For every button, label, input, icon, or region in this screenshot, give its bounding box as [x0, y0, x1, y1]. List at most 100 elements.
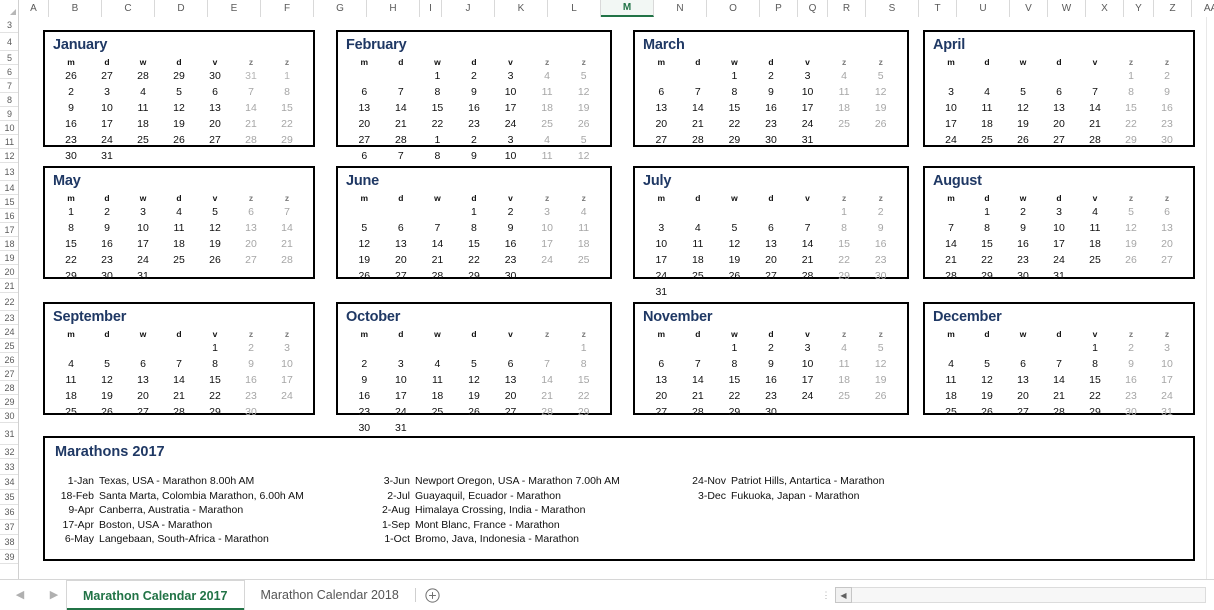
column-header-x[interactable]: X	[1086, 0, 1124, 17]
day-cell: 26	[101, 406, 113, 418]
day-cell: 25	[1089, 254, 1101, 266]
day-cell: 16	[874, 238, 887, 250]
column-header-o[interactable]: O	[707, 0, 760, 17]
day-cell: 25	[981, 134, 993, 146]
row-header-35[interactable]: 35	[0, 490, 18, 505]
day-header-4: v	[212, 192, 218, 203]
row-header-37[interactable]: 37	[0, 520, 18, 535]
row-header-5[interactable]: 5	[0, 51, 18, 65]
row-header-16[interactable]: 16	[0, 209, 18, 223]
worksheet-canvas[interactable]: January m d w d v z z 26 27 28 29 30 31 1 2 3 4 5 6 7 8 9 10 11 1…	[19, 17, 1205, 579]
column-header-m-active[interactable]: M	[601, 0, 654, 17]
column-header-y[interactable]: Y	[1124, 0, 1154, 17]
row-header-7[interactable]: 7	[0, 79, 18, 93]
sheet-tab-marathon-calendar-2017[interactable]: Marathon Calendar 2017	[66, 580, 245, 610]
sheet-tab-marathon-calendar-2018[interactable]: Marathon Calendar 2018	[244, 580, 415, 610]
week-row	[933, 148, 1185, 164]
column-header-aa[interactable]: AA	[1192, 0, 1214, 17]
row-header-15[interactable]: 15	[0, 195, 18, 209]
row-header-28[interactable]: 28	[0, 381, 18, 395]
row-header-8[interactable]: 8	[0, 93, 18, 107]
column-header-j[interactable]: J	[442, 0, 495, 17]
column-header-u[interactable]: U	[957, 0, 1010, 17]
day-cell: 5	[877, 342, 884, 354]
row-header-33[interactable]: 33	[0, 459, 18, 475]
row-header-22[interactable]: 22	[0, 293, 18, 311]
row-header-18[interactable]: 18	[0, 237, 18, 251]
day-cell: 15	[838, 238, 850, 250]
row-header-11[interactable]: 11	[0, 135, 18, 149]
column-header-c[interactable]: C	[102, 0, 155, 17]
row-header-10[interactable]: 10	[0, 121, 18, 135]
day-cell-empty	[643, 148, 680, 164]
column-header-h[interactable]: H	[367, 0, 420, 17]
row-header-25[interactable]: 25	[0, 339, 18, 353]
split-handle-icon[interactable]: ⋮	[817, 580, 835, 610]
add-sheet-icon[interactable]	[416, 580, 450, 610]
column-header-v[interactable]: V	[1010, 0, 1048, 17]
row-header-4[interactable]: 4	[0, 33, 18, 51]
column-header-w[interactable]: W	[1048, 0, 1086, 17]
column-header-a[interactable]: A	[19, 0, 49, 17]
column-header-q[interactable]: Q	[798, 0, 828, 17]
day-cell: 30	[245, 406, 257, 418]
day-cell-empty	[753, 284, 790, 300]
column-header-r[interactable]: R	[828, 0, 866, 17]
row-header-36[interactable]: 36	[0, 505, 18, 520]
column-header-n[interactable]: N	[654, 0, 707, 17]
day-cell: 9	[507, 222, 514, 234]
horizontal-scrollbar[interactable]: ◀	[835, 580, 1214, 610]
row-header-12[interactable]: 12	[0, 149, 18, 163]
select-all-corner[interactable]	[0, 0, 19, 17]
column-header-l[interactable]: L	[548, 0, 601, 17]
month-grid-december: m d w d v z z 1 2 3 4 5 6 7 8 9 10 11 12 13 14 15 16 17 18 19 20 21…	[933, 327, 1185, 420]
day-cell: 20	[245, 238, 257, 250]
row-header-23[interactable]: 23	[0, 311, 18, 325]
column-header-p[interactable]: P	[760, 0, 798, 17]
row-header-14[interactable]: 14	[0, 181, 18, 195]
row-header-21[interactable]: 21	[0, 279, 18, 293]
day-cell: 8	[984, 222, 990, 234]
day-cell-empty	[383, 204, 420, 220]
column-header-g[interactable]: G	[314, 0, 367, 17]
row-header-27[interactable]: 27	[0, 367, 18, 381]
row-header-39[interactable]: 39	[0, 550, 18, 564]
day-cell: 9	[768, 86, 774, 98]
horizontal-scroll-track[interactable]	[852, 587, 1206, 603]
row-header-13[interactable]: 13	[0, 163, 18, 181]
row-header-3[interactable]: 3	[0, 17, 18, 33]
day-header-row: mdwdvzz	[53, 191, 305, 204]
month-card-june: June m d w d v z z 1 2 3 4 5 6 7 8 9 10 11 12 13 14 15 16 17 18 19…	[336, 166, 612, 282]
row-header-38[interactable]: 38	[0, 535, 18, 550]
day-cell: 24	[541, 254, 553, 266]
row-header-24[interactable]: 24	[0, 325, 18, 339]
column-header-e[interactable]: E	[208, 0, 261, 17]
row-header-19[interactable]: 19	[0, 251, 18, 265]
column-header-t[interactable]: T	[919, 0, 957, 17]
row-header-29[interactable]: 29	[0, 395, 18, 409]
row-header-34[interactable]: 34	[0, 475, 18, 490]
day-cell: 28	[245, 134, 257, 146]
column-header-d[interactable]: D	[155, 0, 208, 17]
column-header-z[interactable]: Z	[1154, 0, 1192, 17]
row-header-9[interactable]: 9	[0, 107, 18, 121]
row-header-30[interactable]: 30	[0, 409, 18, 423]
row-header-31[interactable]: 31	[0, 423, 18, 445]
column-header-b[interactable]: B	[49, 0, 102, 17]
next-sheet-arrow-icon[interactable]: ▶	[48, 589, 60, 601]
column-header-s[interactable]: S	[866, 0, 919, 17]
column-header-f[interactable]: F	[261, 0, 314, 17]
scroll-left-arrow-icon[interactable]: ◀	[835, 587, 852, 603]
row-header-26[interactable]: 26	[0, 353, 18, 367]
day-header-2: w	[434, 192, 441, 203]
row-header-20[interactable]: 20	[0, 265, 18, 279]
prev-sheet-arrow-icon[interactable]: ◀	[14, 589, 26, 601]
column-header-i[interactable]: I	[420, 0, 442, 17]
row-header-32[interactable]: 32	[0, 445, 18, 459]
row-header-6[interactable]: 6	[0, 65, 18, 79]
day-cell: 12	[577, 150, 590, 162]
row-header-17[interactable]: 17	[0, 223, 18, 237]
month-title-february: February	[346, 37, 407, 53]
column-header-k[interactable]: K	[495, 0, 548, 17]
day-cell-empty	[680, 204, 717, 220]
